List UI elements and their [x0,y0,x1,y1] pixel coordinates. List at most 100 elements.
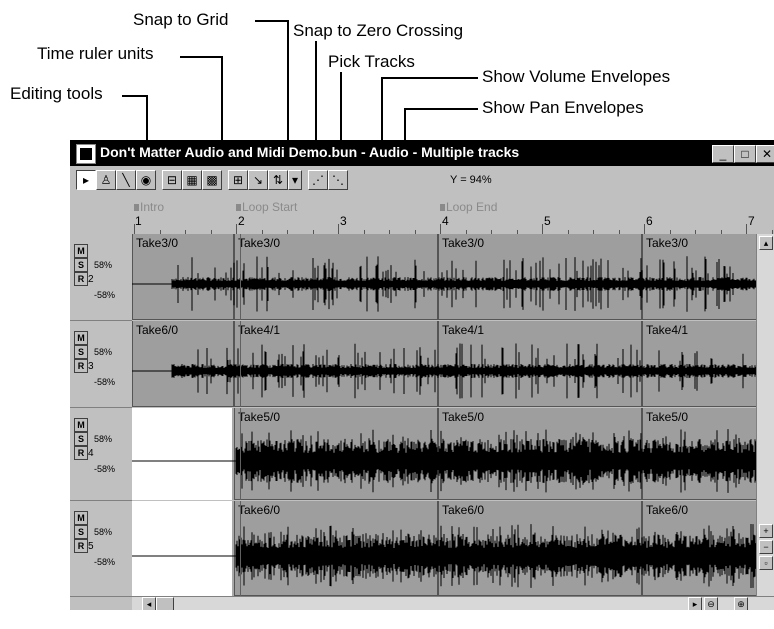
zoom-reset-icon[interactable]: ▫ [759,556,773,570]
volume-top-label: 58% [94,260,113,270]
track-number: 2 [88,274,94,285]
maximize-button[interactable]: □ [734,145,756,163]
solo-button[interactable]: S [74,525,88,539]
dropdown-icon[interactable]: ▾ [288,170,302,190]
callout-line [404,108,478,110]
zoom-out-icon[interactable]: ⊖ [704,597,718,610]
volume-top-label: 58% [94,434,113,444]
record-button[interactable]: R [74,539,88,553]
track-view-window: Don't Matter Audio and Midi Demo.bun - A… [70,140,774,610]
horizontal-scrollbar[interactable]: ◂ ▸ ⊖ ⊕ [132,596,774,610]
line-tool-icon[interactable]: ╲ [116,170,136,190]
time-ruler-units-callout: Time ruler units [37,44,154,63]
playhead-line [240,501,241,596]
snap-grid-icon[interactable]: ⊞ [228,170,248,190]
solo-button[interactable]: S [74,345,88,359]
ruler-format-2-icon[interactable]: ▩ [202,170,222,190]
measure-label: 3 [340,214,347,228]
track-number: 3 [88,361,94,372]
vertical-scrollbar[interactable]: ▴ + − ▫ [756,234,774,596]
ruler-tick [644,224,645,234]
pan-envelope-icon[interactable]: ⋱ [328,170,348,190]
track-header[interactable]: M S R 58% 4 -58% [70,408,132,501]
callout-line [381,77,478,79]
waveform [132,343,757,399]
measure-label: 6 [646,214,653,228]
close-button[interactable]: ✕ [756,145,774,163]
track-lane[interactable]: Take6/0 Take4/1 Take4/1 Take4/1 [132,321,757,407]
volume-top-label: 58% [94,347,113,357]
track-header[interactable]: M S R 58% 3 -58% [70,321,132,408]
track-number: 5 [88,541,94,552]
ruler-tick [746,224,747,234]
track-number: 4 [88,448,94,459]
measure-label: 1 [135,214,142,228]
track-header[interactable]: M S R 58% 2 -58% [70,234,132,321]
playhead-line [240,234,241,320]
volume-bottom-label: -58% [94,557,116,567]
mute-button[interactable]: M [74,511,88,525]
mute-button[interactable]: M [74,418,88,432]
snap-to-grid-callout: Snap to Grid [133,10,229,29]
ruler-tick [338,224,339,234]
record-button[interactable]: R [74,359,88,373]
marker-loop-end[interactable]: Loop End [440,200,497,214]
volume-bottom-label: -58% [94,290,116,300]
playhead-line [240,408,241,500]
toolbar: ▸ ♙ ╲ ◉ ⊟ ▦ ▩ ⊞ ↘ ⇅ ▾ ⋰ ⋱ Y = 94% [70,166,774,194]
measure-label: 7 [748,214,755,228]
pointer-tool-icon[interactable]: ▸ [76,170,96,190]
measure-label: 4 [442,214,449,228]
ruler-tick [440,224,441,234]
scroll-left-icon[interactable]: ◂ [142,597,156,610]
show-volume-envelopes-callout: Show Volume Envelopes [482,67,671,86]
time-ruler[interactable]: Intro Loop Start Loop End 1 2 3 4 5 6 7 [132,196,774,235]
minimize-button[interactable]: _ [712,145,734,163]
snap-zero-icon[interactable]: ↘ [248,170,268,190]
marker-intro[interactable]: Intro [134,200,164,214]
measure-label: 2 [238,214,245,228]
callout-line [255,20,287,22]
ruler-tick [236,224,237,234]
draw-tool-icon[interactable]: ♙ [96,170,116,190]
mute-button[interactable]: M [74,331,88,345]
scroll-right-icon[interactable]: ▸ [688,597,702,610]
waveform [132,256,757,312]
solo-button[interactable]: S [74,432,88,446]
playhead-line [240,321,241,407]
ruler-format-icon[interactable]: ▦ [182,170,202,190]
title-bar[interactable]: Don't Matter Audio and Midi Demo.bun - A… [70,140,774,166]
callout-line [122,95,148,97]
track-lane[interactable]: Take6/0 Take6/0 Take6/0 [132,501,757,596]
waveform [132,524,757,588]
mute-button[interactable]: M [74,244,88,258]
marker-loop-start[interactable]: Loop Start [236,200,297,214]
track-lane[interactable]: Take3/0 Take3/0 Take3/0 Take3/0 [132,234,757,320]
zoom-in-vertical-icon[interactable]: + [759,524,773,538]
zoom-in-icon[interactable]: ⊕ [734,597,748,610]
time-ruler-icon[interactable]: ⊟ [162,170,182,190]
volume-top-label: 58% [94,527,113,537]
show-pan-envelopes-callout: Show Pan Envelopes [482,98,644,117]
track-header[interactable]: M S R 58% 5 -58% [70,501,132,597]
editing-tools-callout: Editing tools [10,84,103,103]
zoom-readout: Y = 94% [450,174,492,186]
scroll-up-icon[interactable]: ▴ [759,236,773,250]
scrub-tool-icon[interactable]: ◉ [136,170,156,190]
measure-label: 5 [544,214,551,228]
record-button[interactable]: R [74,446,88,460]
track-lane[interactable]: Take5/0 Take5/0 Take5/0 [132,408,757,500]
pick-tracks-icon[interactable]: ⇅ [268,170,288,190]
app-icon[interactable] [76,144,96,164]
callout-line [180,56,223,58]
volume-bottom-label: -58% [94,464,116,474]
pick-tracks-callout: Pick Tracks [328,52,415,71]
snap-to-zero-crossing-callout: Snap to Zero Crossing [293,21,464,40]
zoom-out-vertical-icon[interactable]: − [759,540,773,554]
record-button[interactable]: R [74,272,88,286]
scroll-thumb[interactable] [156,597,174,610]
ruler-tick [134,224,135,234]
volume-envelope-icon[interactable]: ⋰ [308,170,328,190]
ruler-tick [542,224,543,234]
solo-button[interactable]: S [74,258,88,272]
